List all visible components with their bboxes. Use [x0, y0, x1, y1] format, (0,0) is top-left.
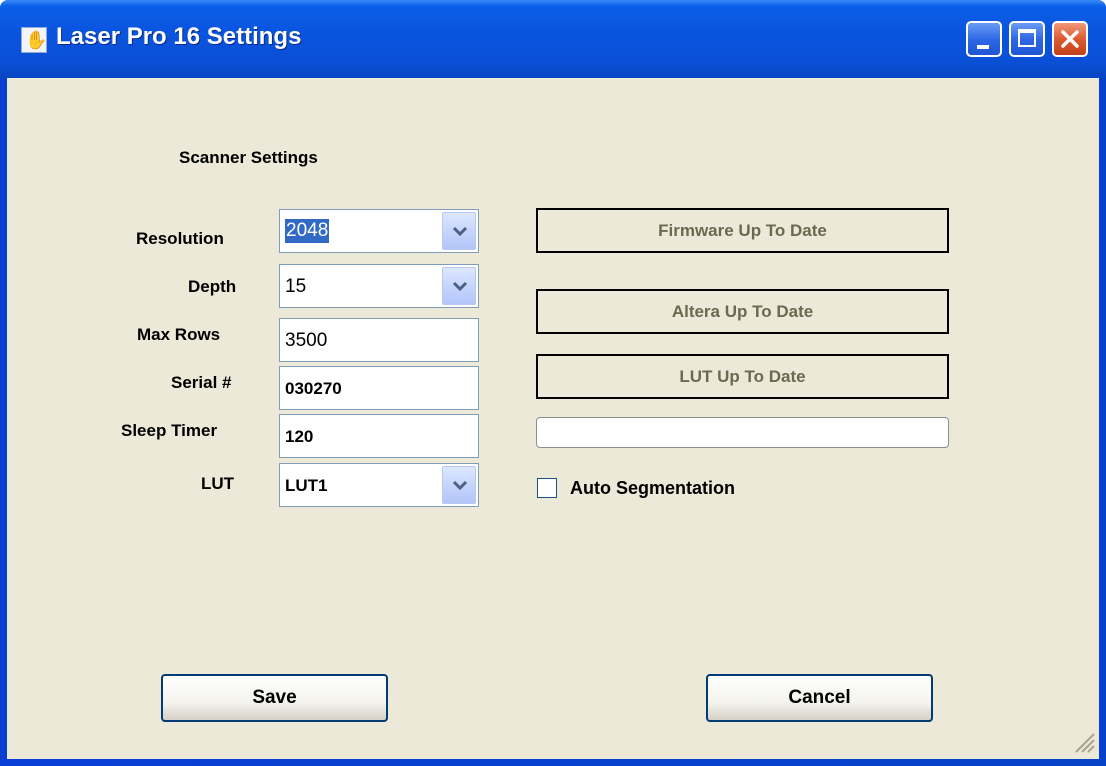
cancel-button[interactable]: Cancel [706, 674, 933, 722]
maximize-button[interactable] [1009, 21, 1045, 57]
firmware-status-button[interactable]: Firmware Up To Date [536, 208, 949, 253]
laser-pro-app-icon[interactable]: ✋ [21, 27, 47, 53]
auto-segmentation-checkbox[interactable] [537, 478, 557, 498]
title-bar[interactable]: ✋ Laser Pro 16 Settings [0, 0, 1106, 78]
lut-label: LUT [201, 474, 235, 493]
close-icon [1061, 30, 1079, 48]
max-rows-label: Max Rows [137, 325, 221, 344]
lut-dropdown[interactable]: LUT1 [279, 463, 479, 507]
window-frame-bottom [0, 759, 1106, 766]
chevron-down-icon [452, 226, 468, 237]
sleep-timer-input[interactable]: 120 [279, 414, 479, 458]
settings-window: ✋ Laser Pro 16 Settings Scanner Settings… [0, 0, 1106, 766]
maximize-icon [1018, 29, 1036, 47]
max-rows-input[interactable]: 3500 [279, 318, 479, 362]
minimize-icon [977, 45, 989, 49]
lut-dropdown-button[interactable] [442, 466, 476, 504]
depth-dropdown[interactable]: 15 [279, 264, 479, 308]
serial-value: 030270 [285, 379, 342, 398]
resolution-value: 2048 [285, 219, 330, 243]
depth-dropdown-button[interactable] [442, 267, 476, 305]
sleep-timer-label: Sleep Timer [121, 421, 218, 440]
depth-value: 15 [285, 276, 307, 297]
auto-segmentation-label[interactable]: Auto Segmentation [570, 478, 735, 499]
max-rows-value: 3500 [285, 330, 328, 351]
lut-value: LUT1 [285, 476, 328, 495]
save-button[interactable]: Save [161, 674, 388, 722]
minimize-button[interactable] [966, 21, 1002, 57]
window-title: Laser Pro 16 Settings [56, 23, 302, 50]
serial-label: Serial # [171, 373, 232, 392]
resize-grip-icon[interactable] [1070, 728, 1096, 754]
resolution-dropdown-button[interactable] [442, 212, 476, 250]
chevron-down-icon [452, 281, 468, 292]
sleep-timer-value: 120 [285, 427, 314, 446]
resolution-dropdown[interactable]: 2048 [279, 209, 479, 253]
window-frame-left [0, 78, 7, 766]
lut-status-button[interactable]: LUT Up To Date [536, 354, 949, 399]
window-frame-right [1099, 78, 1106, 766]
serial-input[interactable]: 030270 [279, 366, 479, 410]
resolution-label: Resolution [136, 229, 224, 248]
update-progress-bar [536, 417, 949, 448]
altera-status-button[interactable]: Altera Up To Date [536, 289, 949, 334]
chevron-down-icon [452, 480, 468, 491]
close-button[interactable] [1052, 21, 1088, 57]
scanner-settings-heading: Scanner Settings [179, 148, 318, 167]
depth-label: Depth [188, 277, 237, 296]
